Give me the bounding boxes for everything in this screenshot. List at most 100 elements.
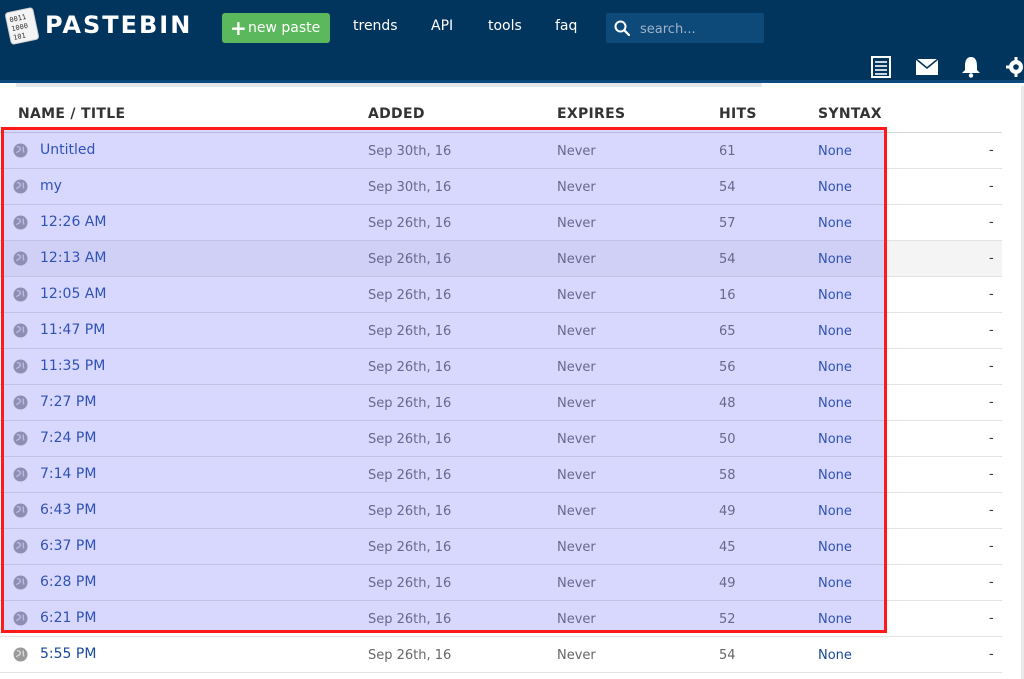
globe-icon xyxy=(13,647,28,662)
paste-syntax-link[interactable]: None xyxy=(818,504,852,519)
paste-added: Sep 26th, 16 xyxy=(368,396,452,411)
search-box[interactable] xyxy=(606,13,764,43)
paste-title-link[interactable]: 6:37 PM xyxy=(40,538,96,554)
table-row: 7:14 PM Sep 26th, 16 Never 58 None - xyxy=(0,457,1002,493)
list-icon[interactable] xyxy=(871,56,891,78)
paste-syntax-link[interactable]: None xyxy=(818,216,852,231)
paste-syntax-link[interactable]: None xyxy=(818,432,852,447)
globe-icon xyxy=(13,359,28,374)
paste-title-link[interactable]: 12:26 AM xyxy=(40,214,106,230)
table-row: 12:26 AM Sep 26th, 16 Never 57 None - xyxy=(0,205,1002,241)
site-header: 0011 1000 101 PASTEBIN + new paste trend… xyxy=(0,0,1024,83)
globe-icon xyxy=(13,179,28,194)
paste-hits: 48 xyxy=(719,396,736,411)
paste-extra: - xyxy=(989,575,994,590)
paste-added: Sep 30th, 16 xyxy=(368,180,452,195)
paste-syntax-link[interactable]: None xyxy=(818,648,852,663)
paste-title-link[interactable]: 11:35 PM xyxy=(40,358,105,374)
paste-title-link[interactable]: 11:47 PM xyxy=(40,322,105,338)
paste-expires: Never xyxy=(557,180,596,195)
table-row: 12:13 AM Sep 26th, 16 Never 54 None - xyxy=(0,241,1002,277)
paste-added: Sep 26th, 16 xyxy=(368,216,452,231)
col-added[interactable]: ADDED xyxy=(368,106,425,122)
search-icon[interactable] xyxy=(614,20,630,36)
paste-expires: Never xyxy=(557,504,596,519)
paste-expires: Never xyxy=(557,648,596,663)
mail-icon[interactable] xyxy=(916,59,938,75)
paste-hits: 50 xyxy=(719,432,736,447)
table-row: 6:28 PM Sep 26th, 16 Never 49 None - xyxy=(0,565,1002,601)
paste-title-link[interactable]: 6:43 PM xyxy=(40,502,96,518)
paste-hits: 52 xyxy=(719,612,736,627)
table-row: 6:43 PM Sep 26th, 16 Never 49 None - xyxy=(0,493,1002,529)
paste-hits: 65 xyxy=(719,324,736,339)
paste-extra: - xyxy=(989,359,994,374)
paste-added: Sep 26th, 16 xyxy=(368,612,452,627)
paste-list: Untitled Sep 30th, 16 Never 61 None - my… xyxy=(0,133,1002,673)
paste-syntax-link[interactable]: None xyxy=(818,396,852,411)
paste-extra: - xyxy=(989,287,994,302)
nav-trends[interactable]: trends xyxy=(353,18,398,34)
logo-icon[interactable]: 0011 1000 101 xyxy=(4,6,40,46)
plus-icon: + xyxy=(230,16,247,40)
paste-title-link[interactable]: 6:21 PM xyxy=(40,610,96,626)
paste-syntax-link[interactable]: None xyxy=(818,288,852,303)
paste-expires: Never xyxy=(557,360,596,375)
table-row: 6:37 PM Sep 26th, 16 Never 45 None - xyxy=(0,529,1002,565)
paste-syntax-link[interactable]: None xyxy=(818,324,852,339)
paste-title-link[interactable]: 7:24 PM xyxy=(40,430,96,446)
paste-expires: Never xyxy=(557,540,596,555)
nav-api[interactable]: API xyxy=(431,18,453,34)
table-row: Untitled Sep 30th, 16 Never 61 None - xyxy=(0,133,1002,169)
gear-icon[interactable] xyxy=(1004,56,1024,78)
nav-tools[interactable]: tools xyxy=(488,18,522,34)
globe-icon xyxy=(13,575,28,590)
paste-syntax-link[interactable]: None xyxy=(818,468,852,483)
paste-syntax-link[interactable]: None xyxy=(818,252,852,267)
globe-icon xyxy=(13,323,28,338)
scrollbar-edge[interactable] xyxy=(1018,86,1024,679)
bell-icon[interactable] xyxy=(961,56,981,78)
paste-title-link[interactable]: 5:55 PM xyxy=(40,646,96,662)
globe-icon xyxy=(13,503,28,518)
paste-added: Sep 26th, 16 xyxy=(368,288,452,303)
paste-added: Sep 30th, 16 xyxy=(368,144,452,159)
paste-syntax-link[interactable]: None xyxy=(818,612,852,627)
paste-hits: 49 xyxy=(719,504,736,519)
paste-hits: 54 xyxy=(719,180,736,195)
search-input[interactable] xyxy=(638,18,762,40)
paste-title-link[interactable]: Untitled xyxy=(40,142,95,158)
new-paste-button[interactable]: + new paste xyxy=(222,13,330,43)
globe-icon xyxy=(13,251,28,266)
paste-added: Sep 26th, 16 xyxy=(368,540,452,555)
paste-hits: 61 xyxy=(719,144,736,159)
paste-added: Sep 26th, 16 xyxy=(368,648,452,663)
paste-extra: - xyxy=(989,611,994,626)
paste-expires: Never xyxy=(557,324,596,339)
globe-icon xyxy=(13,143,28,158)
paste-extra: - xyxy=(989,467,994,482)
col-hits[interactable]: HITS xyxy=(719,106,757,122)
col-expires[interactable]: EXPIRES xyxy=(557,106,625,122)
paste-syntax-link[interactable]: None xyxy=(818,540,852,555)
paste-syntax-link[interactable]: None xyxy=(818,576,852,591)
col-syntax[interactable]: SYNTAX xyxy=(818,106,882,122)
nav-faq[interactable]: faq xyxy=(555,18,577,34)
paste-title-link[interactable]: 7:27 PM xyxy=(40,394,96,410)
paste-title-link[interactable]: 6:28 PM xyxy=(40,574,96,590)
col-name-title[interactable]: NAME / TITLE xyxy=(18,106,125,122)
paste-syntax-link[interactable]: None xyxy=(818,180,852,195)
paste-added: Sep 26th, 16 xyxy=(368,504,452,519)
paste-added: Sep 26th, 16 xyxy=(368,468,452,483)
paste-title-link[interactable]: 12:05 AM xyxy=(40,286,106,302)
paste-title-link[interactable]: 7:14 PM xyxy=(40,466,96,482)
paste-syntax-link[interactable]: None xyxy=(818,144,852,159)
paste-title-link[interactable]: 12:13 AM xyxy=(40,250,106,266)
paste-syntax-link[interactable]: None xyxy=(818,360,852,375)
paste-title-link[interactable]: my xyxy=(40,178,62,194)
paste-hits: 54 xyxy=(719,648,736,663)
paste-extra: - xyxy=(989,143,994,158)
paste-extra: - xyxy=(989,431,994,446)
logo-text[interactable]: PASTEBIN xyxy=(45,11,192,39)
paste-added: Sep 26th, 16 xyxy=(368,432,452,447)
